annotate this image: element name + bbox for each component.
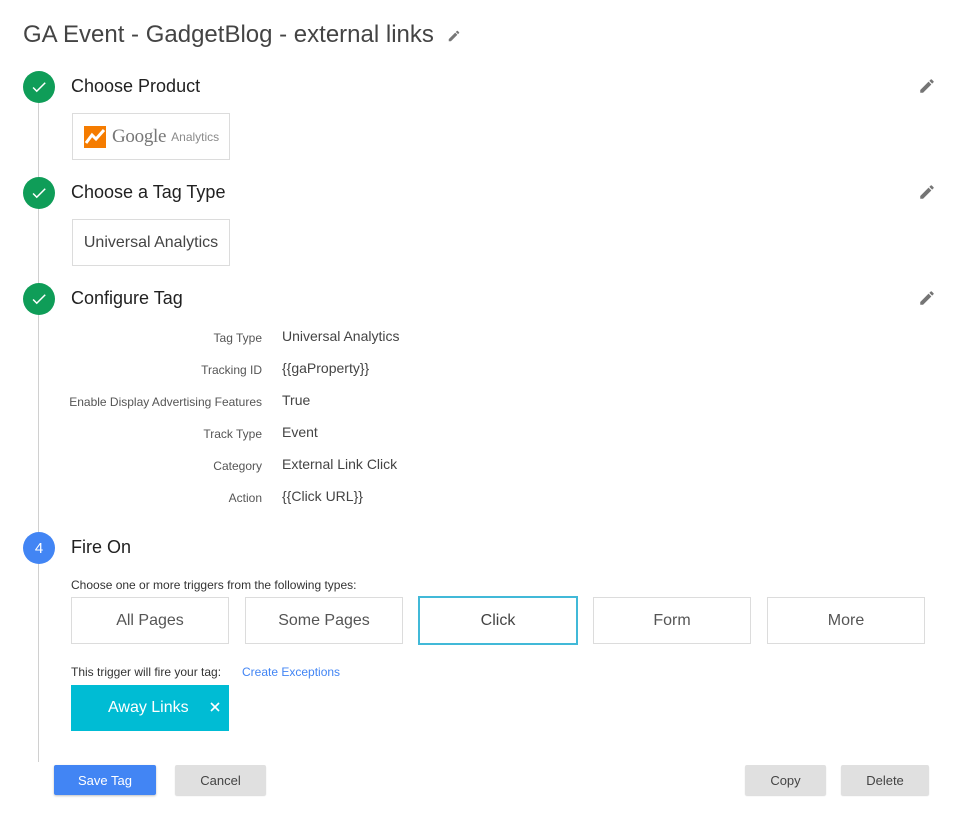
step-3-title: Configure Tag [71,288,183,308]
trigger-some-pages[interactable]: Some Pages [245,597,403,644]
trigger-chip-label: Away Links [108,699,189,716]
config-label: Action [228,491,262,505]
config-value: {{Click URL}} [282,488,363,504]
step-2-check-icon [23,177,55,209]
close-icon[interactable] [208,700,222,714]
fire-text: This trigger will fire your tag: [71,665,222,679]
analytics-logo-icon [84,125,106,148]
save-tag-button[interactable]: Save Tag [54,765,156,795]
trigger-instructions: Choose one or more triggers from the fol… [71,578,357,592]
config-value: External Link Click [282,456,398,472]
step-1-title: Choose Product [71,76,201,96]
edit-product-icon[interactable] [918,77,936,95]
trigger-click[interactable]: Click [419,597,577,644]
config-value: Event [282,424,318,440]
edit-configure-icon[interactable] [918,289,936,307]
google-analytics-logo: Google Analytics [83,125,219,149]
tag-name: GA Event - GadgetBlog - external links [23,21,434,48]
config-label: Enable Display Advertising Features [69,395,262,409]
product-card[interactable]: Google Analytics [72,113,230,160]
copy-button[interactable]: Copy [745,765,826,795]
config-row: Action {{Click URL}} [0,488,600,508]
config-row: Enable Display Advertising Features True [0,392,600,412]
tag-type-card[interactable]: Universal Analytics [72,219,230,266]
step-4-number: 4 [23,532,55,564]
edit-tag-type-icon[interactable] [918,183,936,201]
config-label: Tracking ID [201,363,262,377]
config-value: {{gaProperty}} [282,360,370,376]
trigger-all-pages[interactable]: All Pages [71,597,229,644]
config-row: Tracking ID {{gaProperty}} [0,360,600,380]
step-1-check-icon [23,71,55,103]
step-2-title: Choose a Tag Type [71,182,226,202]
trigger-more[interactable]: More [767,597,925,644]
trigger-chip[interactable]: Away Links [71,685,229,731]
logo-sub: Analytics [171,129,220,144]
config-value: Universal Analytics [282,328,400,344]
trigger-form[interactable]: Form [593,597,751,644]
config-row: Category External Link Click [0,456,600,476]
logo-word: Google [112,125,167,147]
step-4-title: Fire On [71,537,132,557]
config-label: Tag Type [213,331,262,345]
step-3-check-icon [23,283,55,315]
config-label: Track Type [203,427,262,441]
config-value: True [282,392,311,408]
config-row: Tag Type Universal Analytics [0,328,600,348]
delete-button[interactable]: Delete [841,765,929,795]
cancel-button[interactable]: Cancel [175,765,266,795]
create-exceptions-link[interactable]: Create Exceptions [242,665,340,679]
config-label: Category [213,459,262,473]
page-title: GA Event - GadgetBlog - external links [23,21,461,50]
config-row: Track Type Event [0,424,600,444]
edit-title-icon[interactable] [447,22,461,50]
